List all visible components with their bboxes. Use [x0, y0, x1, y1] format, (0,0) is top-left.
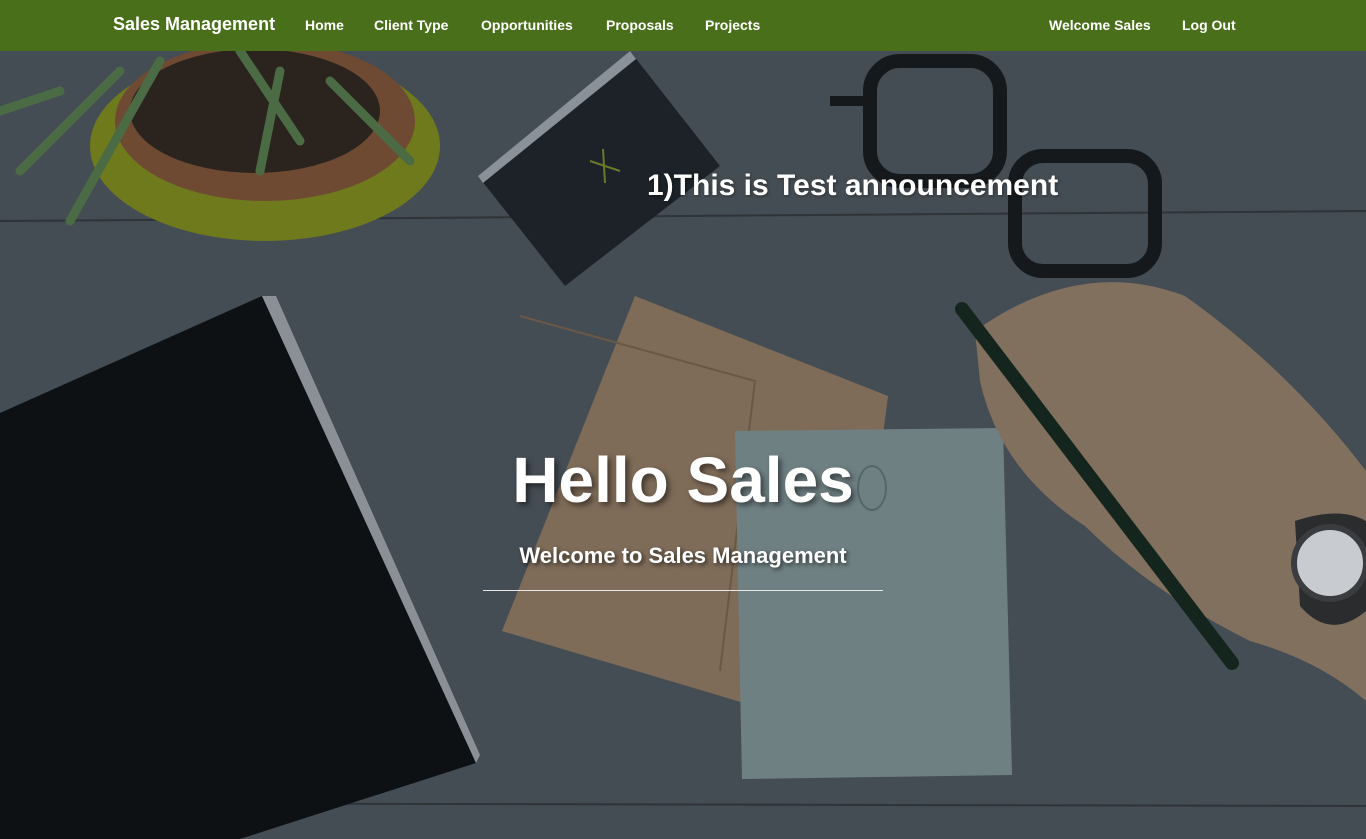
nav-proposals[interactable]: Proposals	[606, 17, 674, 33]
hero-section: 1)This is Test announcement Hello Sales …	[0, 51, 1366, 839]
nav-opportunities[interactable]: Opportunities	[481, 17, 573, 33]
hero-subtitle: Welcome to Sales Management	[519, 543, 847, 568]
hero-title: Hello Sales	[512, 444, 854, 516]
nav-home[interactable]: Home	[305, 17, 344, 33]
top-navbar: Sales Management Home Client Type Opport…	[0, 0, 1366, 51]
nav-projects[interactable]: Projects	[705, 17, 760, 33]
hero-divider	[483, 590, 883, 591]
welcome-user-link[interactable]: Welcome Sales	[1049, 17, 1151, 33]
logout-link[interactable]: Log Out	[1182, 17, 1236, 33]
announcement-text: 1)This is Test announcement	[647, 169, 1059, 202]
brand-link[interactable]: Sales Management	[113, 14, 275, 35]
nav-client-type[interactable]: Client Type	[374, 17, 448, 33]
